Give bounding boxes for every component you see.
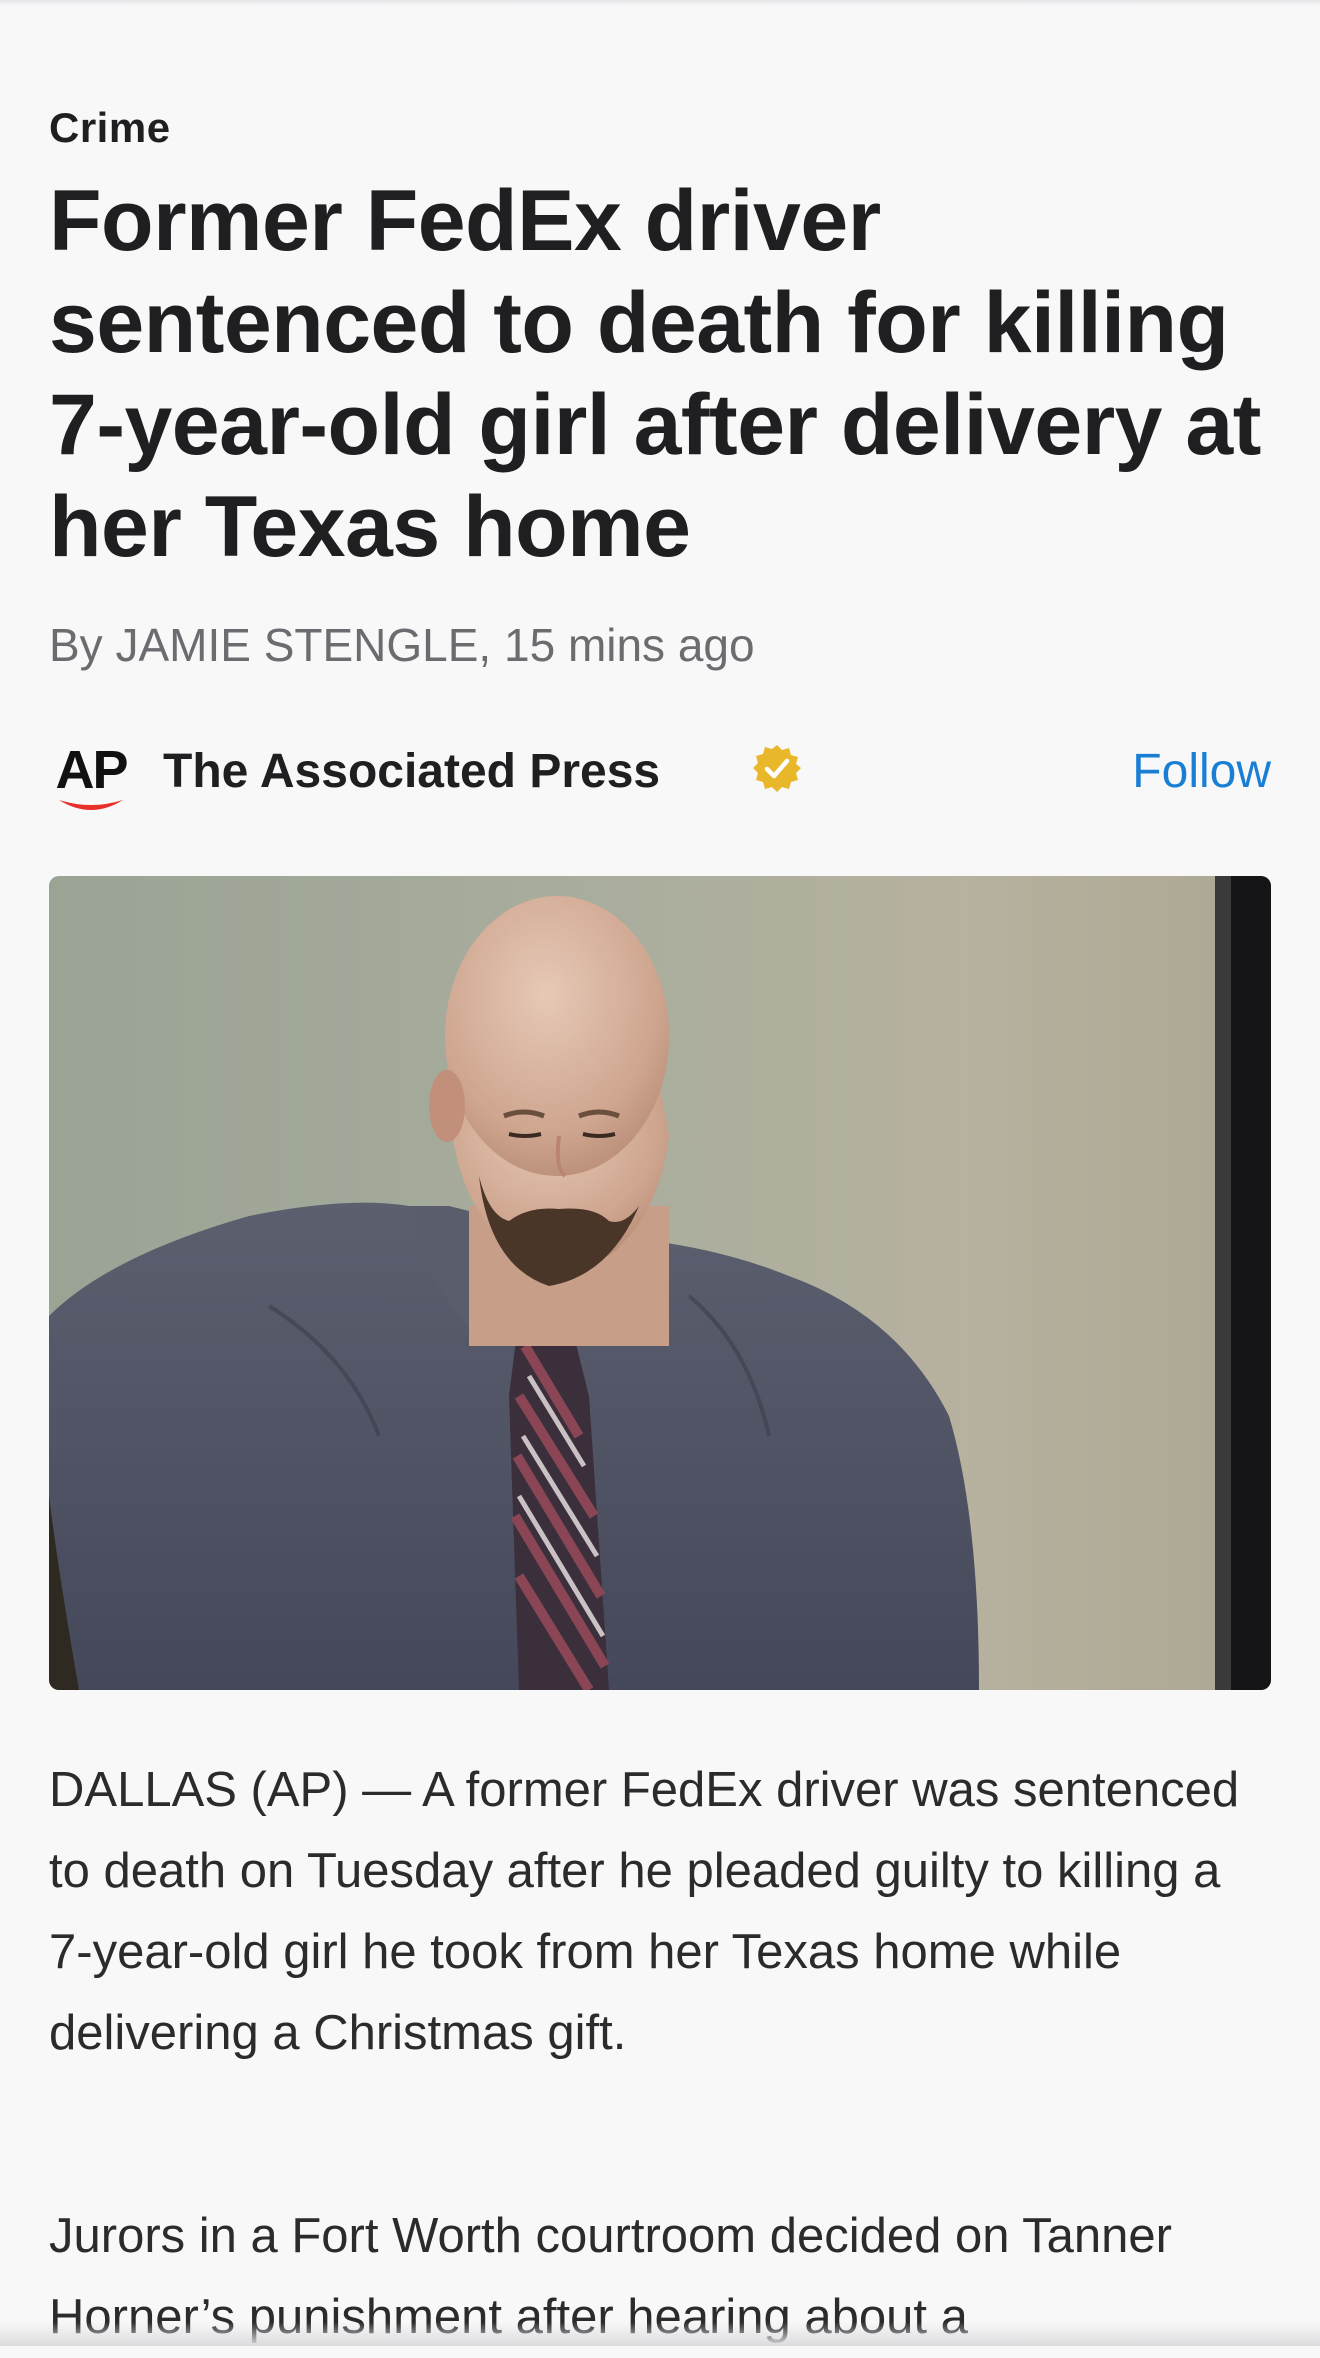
- ap-logo-text: AP: [55, 740, 127, 800]
- hero-photo: [49, 876, 1271, 1690]
- hero-image[interactable]: [49, 876, 1271, 1690]
- article-paragraph: DALLAS (AP) — A former FedEx driver was …: [49, 1763, 1240, 2060]
- bottom-edge: [0, 2322, 1320, 2346]
- ap-logo[interactable]: AP: [49, 738, 133, 816]
- publisher-row: AP The Associated Press Follow: [49, 732, 1271, 822]
- byline: By JAMIE STENGLE, 15 mins ago: [49, 619, 755, 671]
- publisher-name[interactable]: The Associated Press: [163, 744, 660, 799]
- follow-button[interactable]: Follow: [1132, 744, 1271, 799]
- verified-badge-icon: [751, 742, 803, 794]
- top-status-edge: [0, 0, 1320, 6]
- category-label[interactable]: Crime: [49, 104, 171, 152]
- article-headline: Former FedEx driver sentenced to death f…: [49, 173, 1261, 575]
